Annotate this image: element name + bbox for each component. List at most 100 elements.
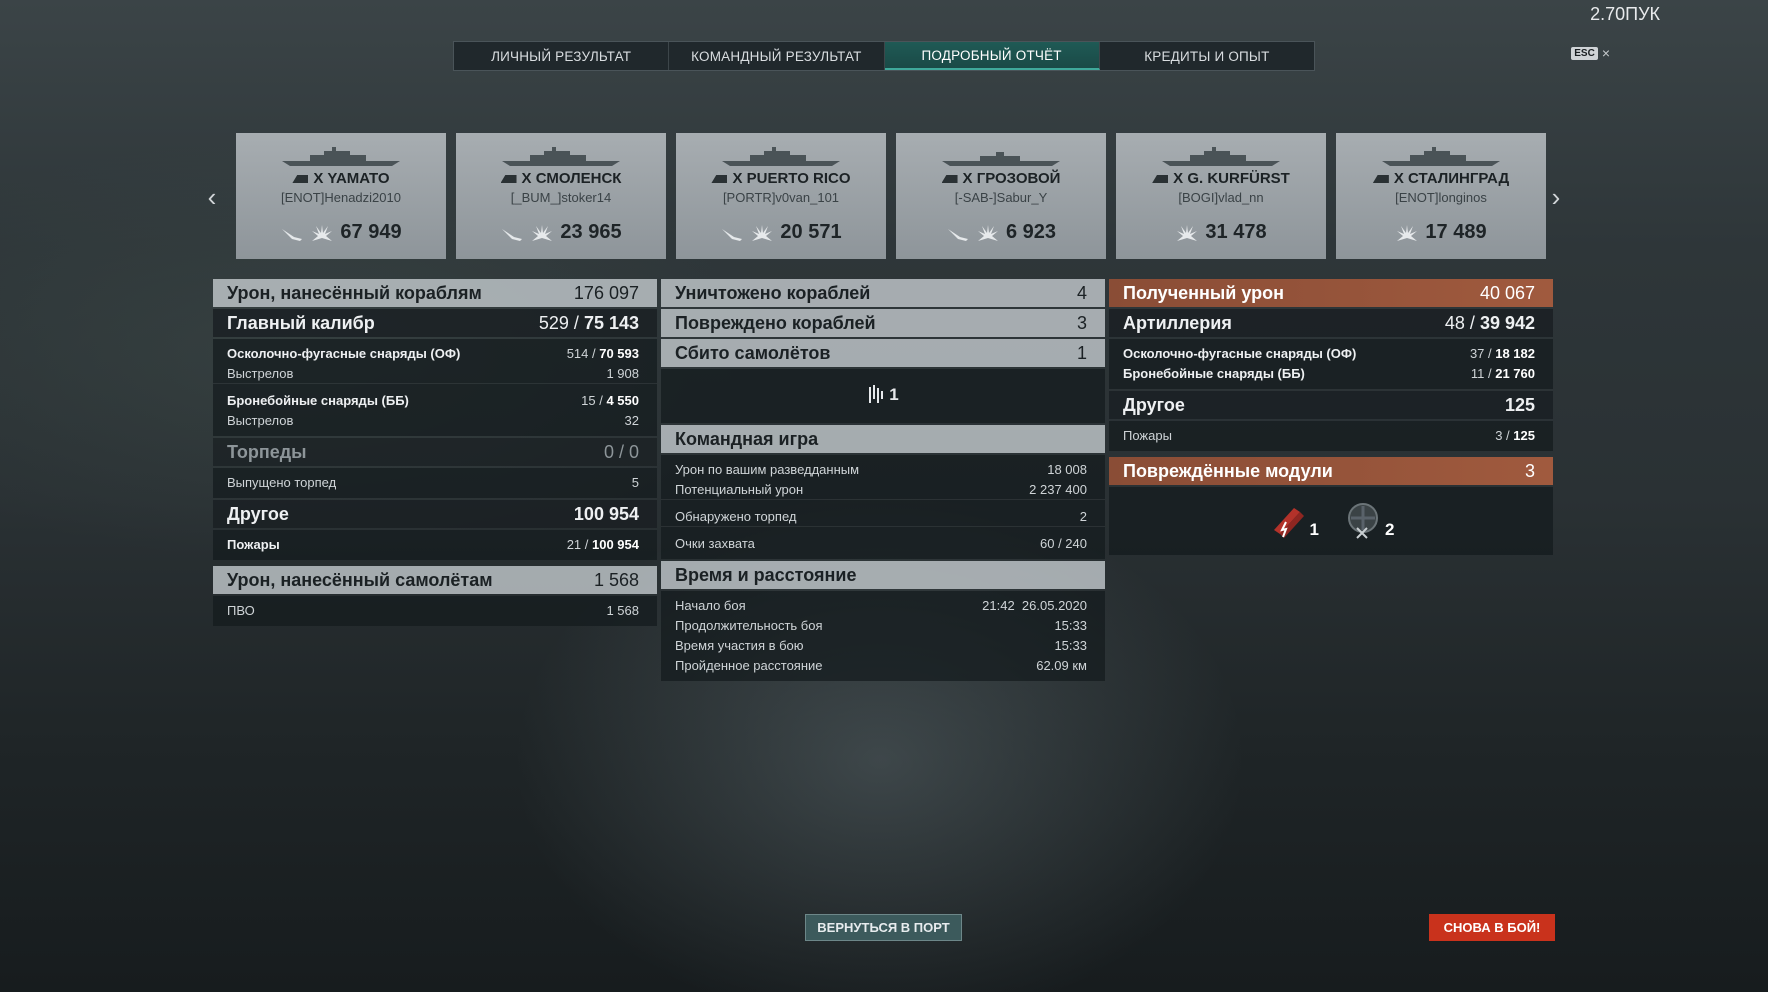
capture-value: 60 / 240: [1040, 535, 1087, 551]
artillery-panel: Осколочно-фугасные снаряды (ОФ) 37 / 18 …: [1109, 339, 1553, 389]
spotting-label: Урон по вашим разведданным: [675, 461, 860, 477]
artillery-header: Артиллерия 48 / 39 942: [1109, 309, 1553, 337]
torpedo-icon: [722, 228, 743, 241]
tab-team-result[interactable]: КОМАНДНЫЙ РЕЗУЛЬТАТ: [669, 42, 885, 70]
main-battery-hits: 529 /: [538, 312, 584, 333]
fires-row: Пожары 21 / 100 954: [213, 534, 657, 554]
player-tag: [BOGI]vlad_nn: [1178, 190, 1264, 205]
ap-shots-row: Выстрелов 32: [213, 410, 657, 430]
battle-summary-column: Уничтожено кораблей 4 Повреждено корабле…: [661, 279, 1105, 683]
ship-card[interactable]: X G. KURFÜRST [BOGI]vlad_nn 31 478: [1116, 133, 1326, 259]
damage-value: 17 489: [1425, 221, 1487, 243]
ship-damage-value: 176 097: [573, 282, 639, 303]
destroyed-value: 4: [1076, 282, 1087, 303]
torpedo-icon: [947, 228, 968, 241]
ship-name-text: X СТАЛИНГРАД: [1393, 170, 1510, 187]
tab-personal-result[interactable]: ЛИЧНЫЙ РЕЗУЛЬТАТ: [454, 42, 670, 70]
ship-stats: 17 489: [1336, 221, 1546, 244]
planes-shot-label: Сбито самолётов: [675, 342, 831, 363]
torpedo-icon: [282, 228, 303, 241]
ship-stats: 20 571: [676, 221, 886, 244]
recv-fires-damage: 125: [1513, 427, 1535, 443]
main-battery-label: Главный калибр: [227, 312, 375, 333]
duration-value: 15:33: [1054, 617, 1087, 633]
he-shots-row: Выстрелов 1 908: [213, 363, 657, 384]
ship-class-icon: [1372, 175, 1389, 184]
tab-detailed-report[interactable]: ПОДРОБНЫЙ ОТЧЁТ: [884, 42, 1100, 70]
aa-row: ПВО 1 568: [213, 600, 657, 620]
esc-close[interactable]: ESC ×: [1571, 46, 1610, 60]
battle-again-button[interactable]: СНОВА В БОЙ!: [1429, 914, 1555, 941]
ship-silhouette-icon: [282, 147, 400, 166]
received-header: Полученный урон 40 067: [1109, 279, 1553, 307]
chevron-left-icon[interactable]: ‹: [202, 182, 222, 212]
damage-value: 23 965: [560, 221, 622, 243]
damaged-header: Повреждено кораблей 3: [661, 309, 1105, 337]
ship-card[interactable]: X YAMATO [ENOT]Henadzi2010 67 949: [236, 133, 446, 259]
ship-name: X PUERTO RICO: [676, 170, 886, 187]
chevron-right-icon[interactable]: ›: [1546, 182, 1566, 212]
aa-value: 1 568: [606, 602, 639, 618]
player-tag: [ENOT]longinos: [1395, 190, 1487, 205]
recv-other-value: 125: [1504, 394, 1535, 415]
recv-ap-label: Бронебойные снаряды (ББ): [1123, 365, 1305, 381]
potential-label: Потенциальный урон: [675, 481, 804, 497]
damage-value: 31 478: [1205, 221, 1267, 243]
module-secondary-count: 2: [1385, 520, 1395, 539]
esc-key-icon: ESC: [1571, 46, 1598, 60]
damage-burst-icon: [977, 224, 998, 241]
recv-he-hits: 37 /: [1469, 345, 1496, 361]
ship-silhouette-icon: [722, 147, 840, 166]
planes-shot-value: 1: [1076, 342, 1087, 363]
ship-class-icon: [292, 175, 309, 184]
start-value: 21:42 26.05.2020: [982, 597, 1087, 613]
recv-ap-damage: 21 760: [1495, 365, 1535, 381]
ship-card[interactable]: X ГРОЗОВОЙ [-SAB-]Sabur_Y 6 923: [896, 133, 1106, 259]
ship-card[interactable]: X СТАЛИНГРАД [ENOT]longinos 17 489: [1336, 133, 1546, 259]
ship-class-icon: [500, 175, 517, 184]
teamplay-header: Командная игра: [661, 425, 1105, 453]
damage-burst-icon: [312, 224, 333, 241]
recv-he-label: Осколочно-фугасные снаряды (ОФ): [1123, 345, 1357, 361]
damage-burst-icon: [752, 224, 773, 241]
ap-label: Бронебойные снаряды (ББ): [227, 392, 409, 408]
capture-row: Очки захвата 60 / 240: [661, 533, 1105, 553]
ship-silhouette-icon: [502, 147, 620, 166]
damage-burst-icon: [532, 224, 553, 241]
planes-icon-row: 1: [661, 369, 1105, 423]
destroyed-label: Уничтожено кораблей: [675, 282, 871, 303]
start-row: Начало боя 21:42 26.05.2020: [661, 595, 1105, 615]
fires-damage: 100 954: [592, 536, 639, 552]
recv-other-label: Другое: [1123, 394, 1185, 415]
module-torpedo-tubes-count: 1: [1309, 520, 1319, 539]
recv-other-panel: Пожары 3 / 125: [1109, 421, 1553, 451]
ship-card[interactable]: X СМОЛЕНСК [_BUM_]stoker14 23 965: [456, 133, 666, 259]
other-damage-panel: Пожары 21 / 100 954: [213, 530, 657, 560]
received-value: 40 067: [1479, 282, 1535, 303]
fires-count: 21 /: [566, 536, 592, 552]
torps-spotted-label: Обнаружено торпед: [675, 508, 797, 524]
other-damage-header: Другое 100 954: [213, 500, 657, 528]
plane-damage-label: Урон, нанесённый самолётам: [227, 569, 493, 590]
recv-fires-count: 3 /: [1495, 427, 1514, 443]
ship-stats: 31 478: [1116, 221, 1326, 244]
damaged-value: 3: [1076, 312, 1087, 333]
ship-class-icon: [1152, 175, 1169, 184]
destroyed-header: Уничтожено кораблей 4: [661, 279, 1105, 307]
damaged-turret-icon: [1348, 503, 1378, 539]
aa-panel: ПВО 1 568: [213, 596, 657, 626]
in-battle-row: Время участия в бою 15:33: [661, 635, 1105, 655]
modules-label: Повреждённые модули: [1123, 460, 1333, 481]
planes-icon-count: 1: [889, 385, 899, 404]
damage-value: 6 923: [1005, 221, 1057, 243]
modules-value: 3: [1524, 460, 1535, 481]
ship-name-text: X G. KURFÜRST: [1173, 170, 1290, 187]
tab-credits-xp[interactable]: КРЕДИТЫ И ОПЫТ: [1100, 42, 1314, 70]
other-damage-value: 100 954: [573, 503, 639, 524]
ap-hits: 15 /: [581, 392, 607, 408]
return-to-port-button[interactable]: ВЕРНУТЬСЯ В ПОРТ: [805, 914, 962, 941]
received-label: Полученный урон: [1123, 282, 1284, 303]
close-icon[interactable]: ×: [1602, 46, 1610, 60]
ship-card[interactable]: X PUERTO RICO [PORTR]v0van_101 20 571: [676, 133, 886, 259]
ship-class-icon: [941, 175, 958, 184]
